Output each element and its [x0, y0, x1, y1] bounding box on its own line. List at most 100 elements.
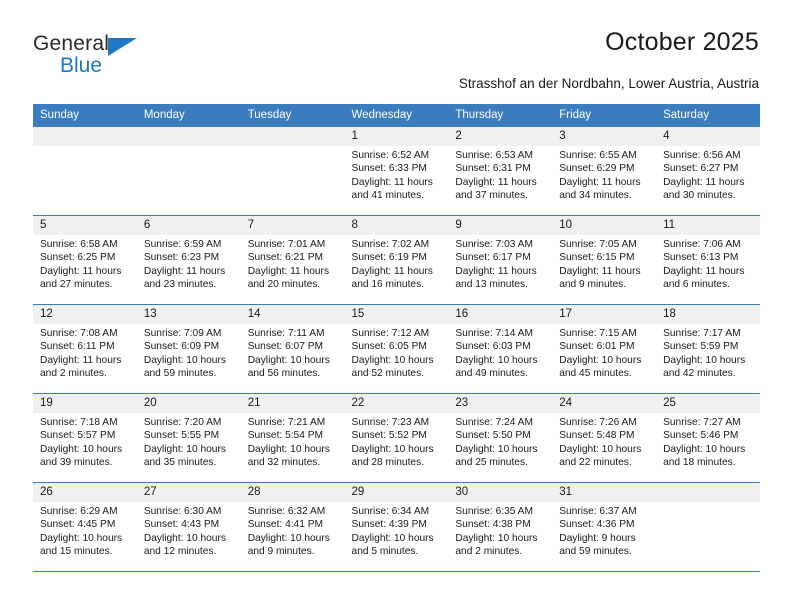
calendar-day-cell[interactable]: 4 Sunrise: 6:56 AM Sunset: 6:27 PM Daylight…	[656, 126, 760, 216]
day-number: 21	[240, 394, 345, 413]
calendar-page: General Blue October 2025 Strasshof an d…	[0, 0, 792, 612]
calendar-day-cell[interactable]: 10 Sunrise: 7:05 AM Sunset: 6:15 PM Dayligh…	[552, 215, 657, 305]
calendar-day-cell[interactable]: 9 Sunrise: 7:03 AM Sunset: 6:17 PM Daylight…	[448, 215, 553, 305]
sunset-text: Sunset: 6:07 PM	[247, 341, 324, 353]
day-sun-info: Sunrise: 7:17 AM Sunset: 5:59 PM Daylight:…	[656, 324, 760, 381]
day-number: 6	[136, 216, 241, 235]
sunset-text: Sunset: 4:45 PM	[40, 519, 116, 531]
day-number: 14	[240, 305, 345, 324]
day-number: 17	[552, 305, 657, 324]
calendar-day-cell[interactable]: 26 Sunrise: 6:29 AM Sunset: 4:45 PM Dayligh…	[33, 482, 137, 572]
calendar-day-cell[interactable]: 18 Sunrise: 7:17 AM Sunset: 5:59 PM Dayligh…	[656, 304, 760, 394]
day-number: 9	[448, 216, 553, 235]
calendar-cell-empty	[656, 482, 760, 572]
calendar-day-cell[interactable]: 23 Sunrise: 7:24 AM Sunset: 5:50 PM Dayligh…	[448, 393, 553, 483]
calendar-day-cell[interactable]: 19 Sunrise: 7:18 AM Sunset: 5:57 PM Dayligh…	[33, 393, 137, 483]
calendar-day-cell[interactable]: 20 Sunrise: 7:20 AM Sunset: 5:55 PM Dayligh…	[136, 393, 241, 483]
sunset-text: Sunset: 6:29 PM	[559, 163, 635, 175]
day-number: 7	[240, 216, 345, 235]
sunrise-text: Sunrise: 6:29 AM	[40, 506, 118, 517]
weekday-header-monday: Monday	[136, 104, 241, 127]
calendar-day-cell[interactable]: 7 Sunrise: 7:01 AM Sunset: 6:21 PM Daylight…	[240, 215, 345, 305]
day-number	[240, 127, 345, 146]
calendar-day-cell[interactable]: 31 Sunrise: 6:37 AM Sunset: 4:36 PM Dayligh…	[552, 482, 657, 572]
day-sun-info: Sunrise: 6:59 AM Sunset: 6:23 PM Daylight:…	[137, 235, 241, 292]
day-number: 19	[33, 394, 137, 413]
calendar-week-row: 19 Sunrise: 7:18 AM Sunset: 5:57 PM Dayligh…	[33, 393, 760, 483]
calendar-day-cell[interactable]: 27 Sunrise: 6:30 AM Sunset: 4:43 PM Dayligh…	[136, 482, 241, 572]
sunrise-text: Sunrise: 7:11 AM	[247, 328, 325, 339]
calendar-day-cell[interactable]: 24 Sunrise: 7:26 AM Sunset: 5:48 PM Dayligh…	[552, 393, 657, 483]
calendar-day-cell[interactable]: 11 Sunrise: 7:06 AM Sunset: 6:13 PM Dayligh…	[656, 215, 760, 305]
day-number: 13	[136, 305, 241, 324]
calendar-day-cell[interactable]: 29 Sunrise: 6:34 AM Sunset: 4:39 PM Dayligh…	[344, 482, 449, 572]
sunset-text: Sunset: 6:21 PM	[247, 252, 324, 264]
sunset-text: Sunset: 6:25 PM	[40, 252, 116, 264]
day-number: 18	[656, 305, 760, 324]
day-number: 5	[33, 216, 137, 235]
calendar-day-cell[interactable]: 3 Sunrise: 6:55 AM Sunset: 6:29 PM Daylight…	[552, 126, 657, 216]
sunrise-text: Sunrise: 6:35 AM	[455, 506, 533, 517]
weekday-header-wednesday: Wednesday	[344, 104, 449, 127]
day-sun-info: Sunrise: 6:37 AM Sunset: 4:36 PM Daylight:…	[552, 502, 656, 559]
day-number: 30	[448, 483, 553, 502]
day-number: 28	[240, 483, 345, 502]
calendar-day-cell[interactable]: 15 Sunrise: 7:12 AM Sunset: 6:05 PM Dayligh…	[344, 304, 449, 394]
calendar-day-cell[interactable]: 13 Sunrise: 7:09 AM Sunset: 6:09 PM Dayligh…	[136, 304, 241, 394]
page-header: General Blue October 2025 Strasshof an d…	[33, 28, 759, 100]
sunset-text: Sunset: 5:50 PM	[455, 430, 531, 442]
day-number: 22	[344, 394, 449, 413]
weekday-header-thursday: Thursday	[448, 104, 553, 127]
day-number: 23	[448, 394, 553, 413]
daylight-text: Daylight: 11 hours and 13 minutes.	[455, 265, 537, 291]
calendar-day-cell[interactable]: 21 Sunrise: 7:21 AM Sunset: 5:54 PM Dayligh…	[240, 393, 345, 483]
daylight-text: Daylight: 11 hours and 30 minutes.	[663, 176, 745, 202]
weekday-header-saturday: Saturday	[656, 104, 760, 127]
daylight-text: Daylight: 10 hours and 5 minutes.	[351, 532, 434, 558]
weekday-header-sunday: Sunday	[33, 104, 137, 127]
calendar-cell-empty	[240, 126, 345, 216]
sunset-text: Sunset: 5:48 PM	[559, 430, 635, 442]
brand-word-general: General	[33, 32, 110, 55]
day-sun-info: Sunrise: 7:20 AM Sunset: 5:55 PM Daylight:…	[137, 413, 241, 470]
sunset-text: Sunset: 6:33 PM	[351, 163, 427, 175]
day-sun-info: Sunrise: 7:05 AM Sunset: 6:15 PM Daylight:…	[552, 235, 656, 292]
calendar-day-cell[interactable]: 22 Sunrise: 7:23 AM Sunset: 5:52 PM Dayligh…	[344, 393, 449, 483]
calendar-day-cell[interactable]: 5 Sunrise: 6:58 AM Sunset: 6:25 PM Daylight…	[33, 215, 137, 305]
sunset-text: Sunset: 4:39 PM	[351, 519, 427, 531]
calendar-day-cell[interactable]: 8 Sunrise: 7:02 AM Sunset: 6:19 PM Daylight…	[344, 215, 449, 305]
day-sun-info: Sunrise: 7:14 AM Sunset: 6:03 PM Daylight:…	[448, 324, 552, 381]
day-sun-info: Sunrise: 7:23 AM Sunset: 5:52 PM Daylight:…	[345, 413, 449, 470]
sunrise-text: Sunrise: 7:17 AM	[663, 328, 741, 339]
calendar-day-cell[interactable]: 16 Sunrise: 7:14 AM Sunset: 6:03 PM Dayligh…	[448, 304, 553, 394]
daylight-text: Daylight: 11 hours and 2 minutes.	[40, 354, 122, 380]
daylight-text: Daylight: 10 hours and 49 minutes.	[455, 354, 538, 380]
daylight-text: Daylight: 10 hours and 15 minutes.	[40, 532, 123, 558]
calendar-day-cell[interactable]: 28 Sunrise: 6:32 AM Sunset: 4:41 PM Dayligh…	[240, 482, 345, 572]
calendar-table: Sunday Monday Tuesday Wednesday Thursday…	[33, 104, 760, 572]
calendar-day-cell[interactable]: 30 Sunrise: 6:35 AM Sunset: 4:38 PM Dayligh…	[448, 482, 553, 572]
day-number: 31	[552, 483, 657, 502]
day-sun-info: Sunrise: 7:06 AM Sunset: 6:13 PM Daylight:…	[656, 235, 760, 292]
calendar-day-cell[interactable]: 14 Sunrise: 7:11 AM Sunset: 6:07 PM Dayligh…	[240, 304, 345, 394]
sunrise-text: Sunrise: 7:24 AM	[455, 417, 533, 428]
calendar-day-cell[interactable]: 12 Sunrise: 7:08 AM Sunset: 6:11 PM Dayligh…	[33, 304, 137, 394]
daylight-text: Daylight: 10 hours and 18 minutes.	[663, 443, 746, 469]
daylight-text: Daylight: 10 hours and 59 minutes.	[143, 354, 226, 380]
daylight-text: Daylight: 10 hours and 39 minutes.	[40, 443, 123, 469]
brand-logo[interactable]: General Blue	[33, 32, 213, 92]
calendar-day-cell[interactable]: 17 Sunrise: 7:15 AM Sunset: 6:01 PM Dayligh…	[552, 304, 657, 394]
sunset-text: Sunset: 4:38 PM	[455, 519, 531, 531]
sunrise-text: Sunrise: 6:59 AM	[143, 239, 222, 250]
day-sun-info: Sunrise: 6:55 AM Sunset: 6:29 PM Daylight:…	[552, 146, 656, 203]
calendar-day-cell[interactable]: 1 Sunrise: 6:52 AM Sunset: 6:33 PM Daylight…	[344, 126, 449, 216]
sunrise-text: Sunrise: 7:23 AM	[351, 417, 430, 428]
sunset-text: Sunset: 6:27 PM	[663, 163, 739, 175]
daylight-text: Daylight: 10 hours and 28 minutes.	[351, 443, 434, 469]
sunrise-text: Sunrise: 7:27 AM	[663, 417, 741, 428]
calendar-day-cell[interactable]: 25 Sunrise: 7:27 AM Sunset: 5:46 PM Dayligh…	[656, 393, 760, 483]
day-number: 24	[552, 394, 657, 413]
calendar-day-cell[interactable]: 6 Sunrise: 6:59 AM Sunset: 6:23 PM Daylight…	[136, 215, 241, 305]
calendar-day-cell[interactable]: 2 Sunrise: 6:53 AM Sunset: 6:31 PM Daylight…	[448, 126, 553, 216]
daylight-text: Daylight: 11 hours and 27 minutes.	[40, 265, 122, 291]
